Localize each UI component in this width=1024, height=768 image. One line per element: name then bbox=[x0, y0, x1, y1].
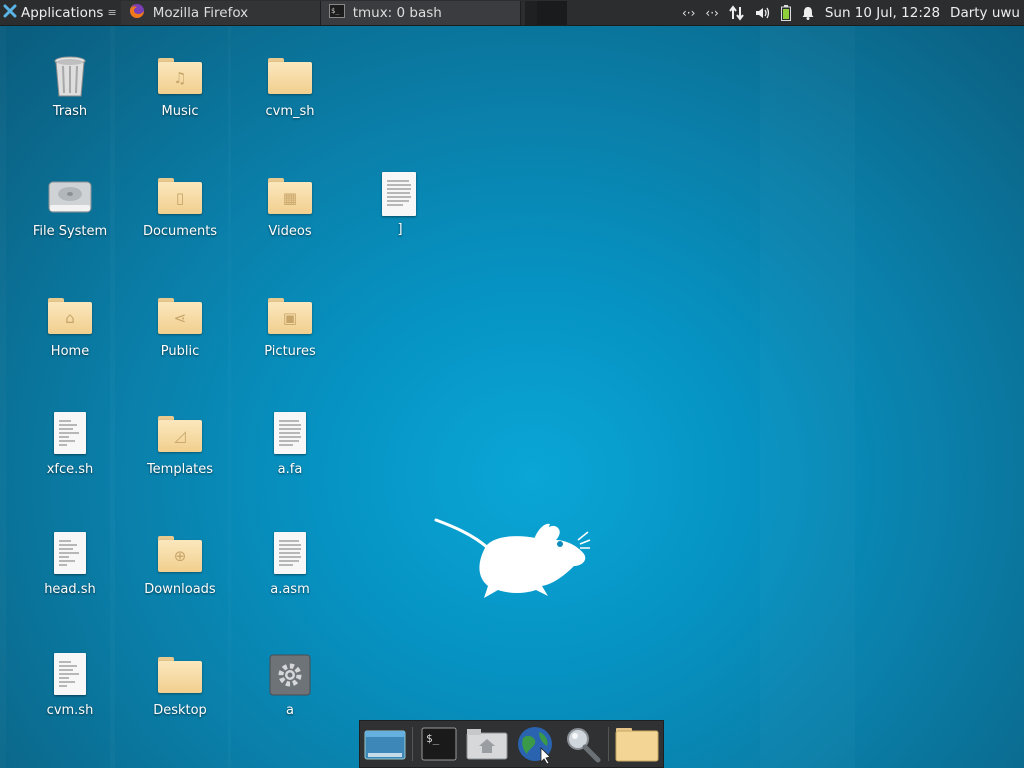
desktop-icon-templates[interactable]: ◿ Templates bbox=[130, 410, 230, 477]
system-tray: ‹·› ‹·› Sun 10 Jul, 12:28 Darty uwu bbox=[682, 0, 1024, 26]
music-folder-icon: ♫ bbox=[156, 52, 204, 100]
pictures-folder-icon: ▣ bbox=[266, 292, 314, 340]
desktop-icon-head-sh[interactable]: head.sh bbox=[20, 530, 120, 597]
desktop-icon-documents[interactable]: ▯ Documents bbox=[130, 172, 230, 239]
desktop-icon-downloads[interactable]: ⊕ Downloads bbox=[130, 530, 230, 597]
script-file-icon bbox=[46, 410, 94, 458]
desktop-icon-label: xfce.sh bbox=[46, 462, 94, 477]
desktop-icon-a-asm[interactable]: a.asm bbox=[240, 530, 340, 597]
panel-separator bbox=[524, 0, 537, 25]
network-arrows-icon[interactable]: ‹·› bbox=[682, 3, 695, 23]
svg-text:$_: $_ bbox=[426, 732, 440, 745]
desktop-icon-label: a bbox=[286, 703, 294, 718]
folder-icon bbox=[156, 651, 204, 699]
dock-separator bbox=[412, 727, 413, 761]
desktop-icon-desktop[interactable]: Desktop bbox=[130, 651, 230, 718]
volume-icon[interactable] bbox=[755, 3, 771, 23]
desktop-icon-label: Trash bbox=[52, 104, 88, 119]
wallpaper-streak bbox=[760, 26, 855, 768]
text-file-icon bbox=[376, 170, 424, 218]
desktop-icon-label: Home bbox=[50, 344, 90, 359]
desktop-icon-a[interactable]: a bbox=[240, 651, 340, 718]
menu-lines-icon: ≡ bbox=[107, 6, 117, 19]
clock[interactable]: Sun 10 Jul, 12:28 bbox=[825, 5, 940, 21]
desktop-icon-label: Templates bbox=[146, 462, 214, 477]
desktop-icon-xfce-sh[interactable]: xfce.sh bbox=[20, 410, 120, 477]
desktop-icon-label: cvm.sh bbox=[46, 703, 94, 718]
desktop-icon-label: Desktop bbox=[153, 703, 207, 718]
notification-bell-icon[interactable] bbox=[801, 3, 815, 23]
desktop-icon-file-system[interactable]: File System bbox=[20, 172, 120, 239]
desktop-icon-home[interactable]: ⌂ Home bbox=[20, 292, 120, 359]
terminal-icon: $_ bbox=[328, 4, 345, 22]
taskbar-item-firefox[interactable]: Mozilla Firefox bbox=[120, 1, 321, 25]
network-arrows-icon[interactable]: ‹·› bbox=[705, 3, 718, 23]
desktop-icon-cvm-sh[interactable]: cvm.sh bbox=[20, 651, 120, 718]
show-desktop-icon[interactable] bbox=[364, 723, 406, 765]
folder-icon bbox=[266, 52, 314, 100]
network-transfer-icon[interactable] bbox=[729, 3, 745, 23]
desktop-icon-label: Public bbox=[160, 344, 200, 359]
desktop-icon-label: Videos bbox=[268, 224, 312, 239]
text-file-icon bbox=[266, 530, 314, 578]
desktop-icon-videos[interactable]: ▦ Videos bbox=[240, 172, 340, 239]
downloads-folder-icon: ⊕ bbox=[156, 530, 204, 578]
bottom-dock: $_ bbox=[359, 720, 664, 768]
folder-icon[interactable] bbox=[615, 723, 659, 765]
taskbar-item-label: Mozilla Firefox bbox=[152, 5, 249, 21]
workspace-switcher[interactable] bbox=[536, 0, 567, 25]
taskbar-item-label: tmux: 0 bash bbox=[352, 5, 442, 21]
desktop-icon-label: cvm_sh bbox=[265, 104, 315, 119]
documents-folder-icon: ▯ bbox=[156, 172, 204, 220]
file-manager-home-icon[interactable] bbox=[466, 723, 508, 765]
desktop-icon-label: ] bbox=[397, 222, 403, 237]
top-panel: Applications ≡ Mozilla Firefox $_ tmux: … bbox=[0, 0, 1024, 26]
web-browser-globe-icon[interactable] bbox=[514, 723, 555, 765]
dock-separator bbox=[608, 727, 610, 761]
firefox-icon bbox=[129, 3, 145, 23]
script-file-icon bbox=[46, 651, 94, 699]
public-folder-icon: ⋖ bbox=[156, 292, 204, 340]
taskbar-item-tmux[interactable]: $_ tmux: 0 bash bbox=[320, 1, 521, 25]
applications-label: Applications bbox=[21, 4, 104, 21]
svg-text:$_: $_ bbox=[331, 7, 340, 15]
desktop-icon-bracket-file[interactable]: ] bbox=[350, 170, 450, 237]
wallpaper-streak bbox=[0, 26, 6, 768]
desktop-icon-pictures[interactable]: ▣ Pictures bbox=[240, 292, 340, 359]
terminal-icon[interactable]: $_ bbox=[419, 723, 460, 765]
desktop-icon-label: Music bbox=[161, 104, 199, 119]
templates-folder-icon: ◿ bbox=[156, 410, 204, 458]
battery-icon[interactable] bbox=[780, 3, 791, 23]
desktop-icon-label: Documents bbox=[142, 224, 218, 239]
desktop-icon-trash[interactable]: Trash bbox=[20, 52, 120, 119]
desktop-icon-label: a.fa bbox=[277, 462, 303, 477]
desktop-icon-public[interactable]: ⋖ Public bbox=[130, 292, 230, 359]
xfce-logo-icon bbox=[3, 4, 17, 22]
desktop-icon-label: File System bbox=[32, 224, 108, 239]
user-menu[interactable]: Darty uwu bbox=[950, 5, 1020, 21]
trash-icon bbox=[46, 52, 94, 100]
xfce-mouse-logo bbox=[432, 512, 592, 602]
desktop-icon-label: Pictures bbox=[264, 344, 316, 359]
desktop-icon-label: a.asm bbox=[270, 582, 310, 597]
script-file-icon bbox=[46, 530, 94, 578]
desktop-icon-music[interactable]: ♫ Music bbox=[130, 52, 230, 119]
desktop-icon-cvm-sh-folder[interactable]: cvm_sh bbox=[240, 52, 340, 119]
drive-icon bbox=[46, 172, 94, 220]
text-file-icon bbox=[266, 410, 314, 458]
executable-gear-icon bbox=[266, 651, 314, 699]
search-magnifier-icon[interactable] bbox=[561, 723, 602, 765]
applications-menu-button[interactable]: Applications ≡ bbox=[0, 0, 121, 26]
home-folder-icon: ⌂ bbox=[46, 292, 94, 340]
desktop-icon-label: head.sh bbox=[44, 582, 96, 597]
desktop-icon-a-fa[interactable]: a.fa bbox=[240, 410, 340, 477]
videos-folder-icon: ▦ bbox=[266, 172, 314, 220]
desktop-icon-label: Downloads bbox=[144, 582, 216, 597]
